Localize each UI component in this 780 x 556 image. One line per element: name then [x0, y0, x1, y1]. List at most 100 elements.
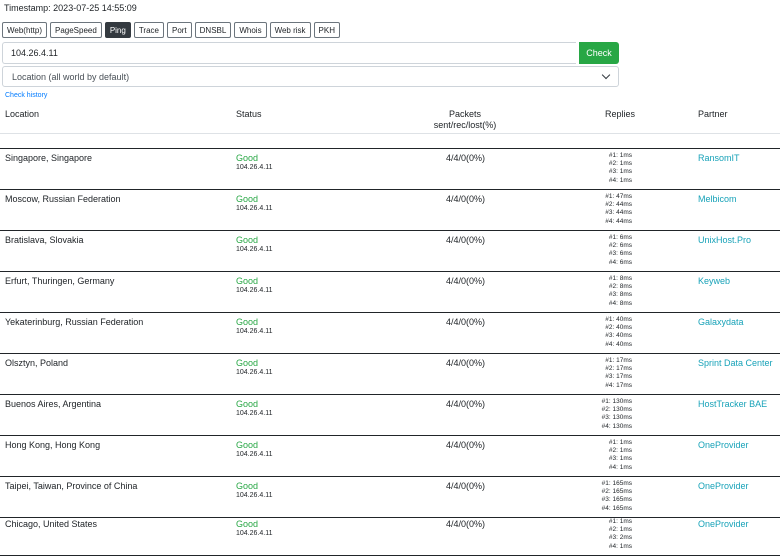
tab-pagespeed[interactable]: PageSpeed	[49, 22, 102, 38]
row-replies: #1: 1ms #2: 1ms #3: 1ms #4: 1ms	[592, 439, 632, 472]
table-row: Taipei, Taiwan, Province of China Good 1…	[0, 477, 780, 518]
table-row: Hong Kong, Hong Kong Good 104.26.4.11 4/…	[0, 436, 780, 477]
reply-time: #1: 47ms	[605, 193, 632, 200]
reply-time: #4: 1ms	[608, 176, 632, 184]
table-row: Moscow, Russian Federation Good 104.26.4…	[0, 190, 780, 231]
tab-trace[interactable]: Trace	[133, 22, 164, 38]
row-location: Yekaterinburg, Russian Federation	[5, 317, 144, 327]
row-partner-link[interactable]: UnixHost.Pro	[698, 235, 751, 245]
reply-time: #4: 1ms	[608, 542, 632, 550]
reply-time: #1: 8ms	[608, 275, 632, 282]
reply-time: #4: 6ms	[608, 258, 632, 266]
host-input[interactable]	[2, 42, 576, 64]
reply-time: #3: 17ms	[605, 373, 632, 381]
row-partner-link[interactable]: OneProvider	[698, 440, 749, 450]
table-row: Olsztyn, Poland Good 104.26.4.11 4/4/0(0…	[0, 354, 780, 395]
chevron-down-icon	[601, 70, 611, 80]
header-packets-subtitle: sent/rec/lost(%)	[433, 120, 497, 130]
row-replies: #1: 165ms #2: 165ms #3: 165ms #4: 165ms	[592, 480, 632, 513]
row-partner-link[interactable]: Sprint Data Center	[698, 358, 773, 368]
row-partner-link[interactable]: Galaxydata	[698, 317, 744, 327]
table-row: Chicago, United States Good 104.26.4.11 …	[0, 515, 780, 556]
row-ip: 104.26.4.11	[236, 287, 273, 294]
reply-time: #4: 165ms	[601, 504, 632, 512]
reply-time: #1: 40ms	[605, 316, 632, 323]
table-row: Singapore, Singapore Good 104.26.4.11 4/…	[0, 149, 780, 190]
tab-web-risk[interactable]: Web risk	[269, 22, 311, 38]
row-ip: 104.26.4.11	[236, 328, 273, 335]
tab-ping[interactable]: Ping	[104, 22, 131, 38]
row-replies: #1: 6ms #2: 6ms #3: 6ms #4: 6ms	[592, 234, 632, 267]
row-status: Good	[236, 276, 259, 286]
reply-time: #4: 1ms	[608, 463, 632, 471]
row-replies: #1: 8ms #2: 8ms #3: 8ms #4: 8ms	[592, 275, 632, 308]
reply-time: #1: 6ms	[608, 234, 632, 241]
row-partner-link[interactable]: Melbicom	[698, 194, 737, 204]
header-partner: Partner	[698, 109, 728, 119]
reply-time: #2: 44ms	[605, 201, 632, 209]
reply-time: #2: 1ms	[608, 160, 632, 168]
row-ip: 104.26.4.11	[236, 530, 273, 537]
reply-time: #4: 130ms	[601, 422, 632, 430]
tab-pkh[interactable]: PKH	[313, 22, 340, 38]
header-packets-title: Packets	[448, 109, 481, 119]
reply-time: #3: 1ms	[608, 455, 632, 463]
row-partner-link[interactable]: Keyweb	[698, 276, 730, 286]
reply-time: #4: 17ms	[605, 381, 632, 389]
reply-time: #4: 8ms	[608, 299, 632, 307]
reply-time: #4: 40ms	[605, 340, 632, 348]
row-replies: #1: 1ms #2: 1ms #3: 2ms #4: 1ms	[592, 518, 632, 551]
reply-time: #2: 1ms	[608, 447, 632, 455]
row-packets: 4/4/0(0%)	[446, 317, 486, 327]
table-row: Yekaterinburg, Russian Federation Good 1…	[0, 313, 780, 354]
tab-web-http[interactable]: Web(http)	[2, 22, 47, 38]
row-ip: 104.26.4.11	[236, 369, 273, 376]
row-location: Hong Kong, Hong Kong	[5, 440, 101, 450]
row-packets: 4/4/0(0%)	[446, 194, 486, 204]
row-ip: 104.26.4.11	[236, 451, 273, 458]
row-replies: #1: 130ms #2: 130ms #3: 130ms #4: 130ms	[592, 398, 632, 431]
row-packets: 4/4/0(0%)	[446, 235, 486, 245]
header-packets: Packets sent/rec/lost(%)	[430, 109, 500, 131]
tab-whois[interactable]: Whois	[234, 22, 267, 38]
reply-time: #1: 17ms	[605, 357, 632, 364]
reply-time: #1: 1ms	[608, 152, 632, 159]
row-status: Good	[236, 399, 259, 409]
row-location: Singapore, Singapore	[5, 153, 93, 163]
reply-time: #3: 44ms	[605, 209, 632, 217]
row-ip: 104.26.4.11	[236, 205, 273, 212]
reply-time: #3: 6ms	[608, 250, 632, 258]
row-packets: 4/4/0(0%)	[446, 481, 486, 491]
check-button[interactable]: Check	[579, 42, 619, 64]
row-status: Good	[236, 358, 259, 368]
row-location: Erfurt, Thuringen, Germany	[5, 276, 115, 286]
header-status: Status	[236, 109, 262, 119]
location-select[interactable]: Location (all world by default)	[2, 66, 619, 87]
row-status: Good	[236, 317, 259, 327]
reply-time: #1: 130ms	[601, 398, 632, 405]
reply-time: #3: 165ms	[601, 496, 632, 504]
reply-time: #3: 40ms	[605, 332, 632, 340]
row-partner-link[interactable]: HostTracker BAE	[698, 399, 767, 409]
row-status: Good	[236, 440, 259, 450]
row-partner-link[interactable]: RansomIT	[698, 153, 740, 163]
reply-time: #2: 17ms	[605, 365, 632, 373]
row-ip: 104.26.4.11	[236, 246, 273, 253]
check-history-link[interactable]: Check history	[5, 92, 47, 99]
row-packets: 4/4/0(0%)	[446, 399, 486, 409]
row-partner-link[interactable]: OneProvider	[698, 481, 749, 491]
row-location: Bratislava, Slovakia	[5, 235, 84, 245]
row-packets: 4/4/0(0%)	[446, 276, 486, 286]
row-replies: #1: 17ms #2: 17ms #3: 17ms #4: 17ms	[592, 357, 632, 390]
header-replies: Replies	[605, 109, 636, 119]
tab-port[interactable]: Port	[166, 22, 192, 38]
row-replies: #1: 40ms #2: 40ms #3: 40ms #4: 40ms	[592, 316, 632, 349]
row-partner-link[interactable]: OneProvider	[698, 519, 749, 529]
row-location: Olsztyn, Poland	[5, 358, 69, 368]
reply-time: #1: 1ms	[608, 518, 632, 525]
reply-time: #2: 8ms	[608, 283, 632, 291]
row-status: Good	[236, 235, 259, 245]
row-location: Taipei, Taiwan, Province of China	[5, 481, 138, 491]
tab-dnsbl[interactable]: DNSBL	[194, 22, 232, 38]
row-status: Good	[236, 194, 259, 204]
